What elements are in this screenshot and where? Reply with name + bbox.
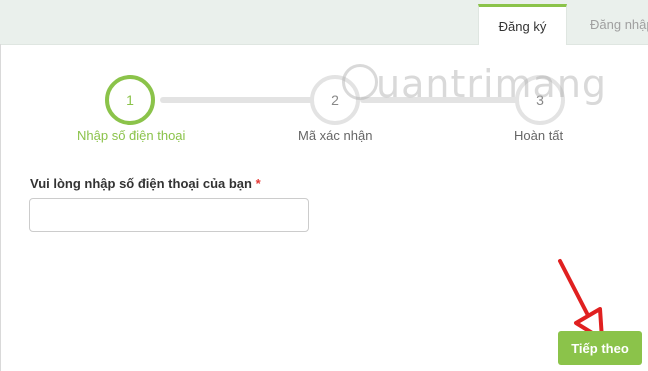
watermark-text: uantrimang	[376, 62, 608, 106]
phone-label-text: Vui lòng nhập số điện thoại của bạn	[30, 176, 252, 191]
step-2-label: Mã xác nhận	[298, 128, 373, 143]
phone-field-label: Vui lòng nhập số điện thoại của bạn *	[30, 176, 261, 191]
tab-register[interactable]: Đăng ký	[478, 4, 567, 45]
phone-input[interactable]	[29, 198, 309, 232]
watermark-logo-icon	[342, 64, 378, 100]
step-connector	[160, 97, 330, 103]
required-mark: *	[255, 176, 261, 191]
next-button[interactable]: Tiếp theo	[558, 331, 642, 365]
step-1-circle: 1	[105, 75, 155, 125]
top-tab-bar: Đăng ký Đăng nhập	[0, 0, 648, 45]
step-3-label: Hoàn tất	[514, 128, 564, 143]
step-1-label: Nhập số điện thoại	[77, 128, 186, 143]
tab-login[interactable]: Đăng nhập	[570, 4, 648, 45]
